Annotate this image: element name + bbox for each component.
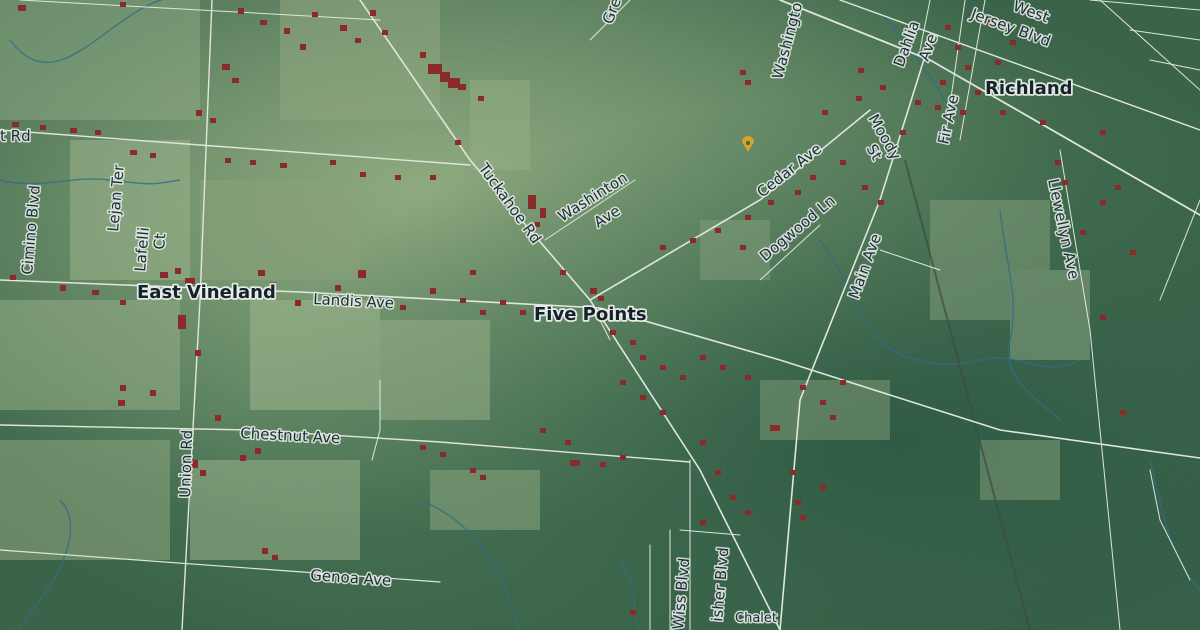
road-label-lafelli-ct: Ct — [150, 232, 169, 250]
road-label-left-rd: t Rd — [0, 127, 31, 145]
map-canvas[interactable]: Landis Ave Chestnut Ave Genoa Ave Union … — [0, 0, 1200, 630]
map-svg: Landis Ave Chestnut Ave Genoa Ave Union … — [0, 0, 1200, 630]
place-label-east-vineland: East Vineland — [137, 282, 276, 303]
place-label-richland: Richland — [985, 78, 1073, 99]
road-label-chalet: Chalet — [735, 611, 777, 626]
place-label-five-points: Five Points — [534, 304, 647, 325]
road-label-union: Union Rd — [176, 429, 196, 498]
